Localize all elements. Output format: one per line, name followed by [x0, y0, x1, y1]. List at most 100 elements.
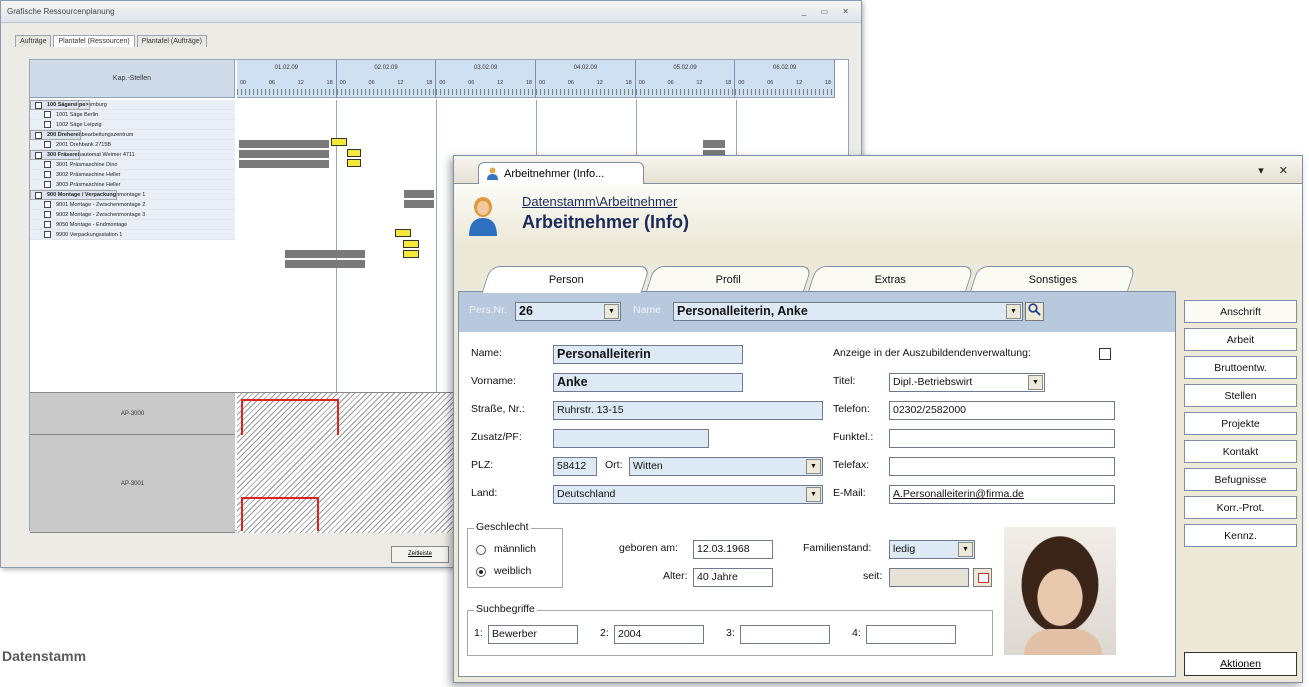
- expand-icon[interactable]: [35, 101, 42, 109]
- gantt-bar[interactable]: [347, 149, 361, 157]
- pers-nr-select[interactable]: 26 ▼: [515, 302, 621, 321]
- row-checkbox[interactable]: [44, 111, 51, 118]
- suchbegriff-2-field[interactable]: 2004: [614, 625, 704, 644]
- ort-select[interactable]: Witten ▼: [629, 457, 823, 476]
- plz-field[interactable]: 58412: [553, 457, 597, 476]
- tab-extras[interactable]: Extras: [807, 266, 975, 292]
- tab-profil[interactable]: Profil: [645, 266, 813, 292]
- row-checkbox[interactable]: [44, 121, 51, 128]
- suchbegriff-4-field[interactable]: [866, 625, 956, 644]
- seit-field[interactable]: [889, 568, 969, 587]
- breadcrumb[interactable]: Datenstamm\Arbeitnehmer: [522, 194, 677, 209]
- side-button-kontakt[interactable]: Kontakt: [1184, 440, 1297, 463]
- resource-group-row[interactable]: 200 Dreherei: [30, 130, 82, 140]
- resource-row[interactable]: 3002 Präsmaschine Heller: [30, 170, 235, 180]
- chevron-down-icon[interactable]: ▼: [1028, 375, 1043, 390]
- land-select[interactable]: Deutschland ▼: [553, 485, 823, 504]
- tab-sonstiges[interactable]: Sonstiges: [969, 266, 1137, 292]
- hour-label: 06: [767, 80, 774, 86]
- side-button-korr-prot[interactable]: Korr.-Prot.: [1184, 496, 1297, 519]
- side-button-projekte[interactable]: Projekte: [1184, 412, 1297, 435]
- gantt-bar[interactable]: [404, 190, 434, 198]
- gantt-bar[interactable]: [331, 138, 347, 146]
- row-checkbox[interactable]: [44, 211, 51, 218]
- expand-icon[interactable]: [35, 191, 42, 199]
- resource-row[interactable]: 1002 Säge Leipzig: [30, 120, 235, 130]
- gantt-bar[interactable]: [395, 229, 411, 237]
- window-controls[interactable]: _ ▭ ✕: [802, 7, 855, 16]
- resource-row[interactable]: 1001 Säge Berlin: [30, 110, 235, 120]
- expand-icon[interactable]: [35, 131, 42, 139]
- row-checkbox[interactable]: [44, 141, 51, 148]
- side-button-stellen[interactable]: Stellen: [1184, 384, 1297, 407]
- resource-row[interactable]: 9050 Montage - Endmontage: [30, 220, 235, 230]
- gantt-bar[interactable]: [703, 140, 725, 148]
- resource-group-row[interactable]: 100 Sägerei: [30, 100, 79, 110]
- name-select[interactable]: Personalleiterin, Anke ▼: [673, 302, 1023, 321]
- radio-weiblich[interactable]: [476, 567, 486, 577]
- resource-row[interactable]: 9002 Montage - Zwischenmontage 3: [30, 210, 235, 220]
- row-checkbox[interactable]: [44, 201, 51, 208]
- document-tab-arbeitnehmer[interactable]: Arbeitnehmer (Info...: [478, 162, 644, 184]
- chevron-down-icon[interactable]: ▼: [806, 487, 821, 502]
- side-button-bruttoentw[interactable]: Bruttoentw.: [1184, 356, 1297, 379]
- name-field[interactable]: Personalleiterin: [553, 345, 743, 364]
- resource-row[interactable]: 2001 Drehbank 2715B: [30, 140, 235, 150]
- radio-maennlich[interactable]: [476, 545, 486, 555]
- gantt-bar[interactable]: [285, 250, 365, 258]
- geboren-field[interactable]: 12.03.1968: [693, 540, 773, 559]
- aktionen-button[interactable]: Aktionen: [1184, 652, 1297, 676]
- chevron-down-icon[interactable]: ▼: [958, 542, 973, 557]
- resource-row[interactable]: 9900 Verpackungsstation 1: [30, 230, 235, 240]
- row-checkbox[interactable]: [44, 221, 51, 228]
- zusatz-field[interactable]: [553, 429, 709, 448]
- chevron-down-icon[interactable]: ▼: [604, 304, 619, 319]
- row-checkbox[interactable]: [44, 161, 51, 168]
- tab-plantafel-ressourcen[interactable]: Plantafel (Ressourcen): [53, 35, 135, 47]
- side-button-kennz[interactable]: Kennz.: [1184, 524, 1297, 547]
- resource-row[interactable]: 3001 Präsmaschine Dino: [30, 160, 235, 170]
- gantt-bar[interactable]: [239, 140, 329, 148]
- gantt-bar[interactable]: [403, 250, 419, 258]
- resource-row[interactable]: 3003 Präsmaschine Heller: [30, 180, 235, 190]
- window-controls[interactable]: ▾ ✕: [1258, 164, 1294, 177]
- resource-group-row[interactable]: 900 Montage / Verpackung: [30, 190, 118, 200]
- weiblich-label[interactable]: weiblich: [494, 565, 531, 577]
- expand-icon[interactable]: [35, 151, 42, 159]
- row-checkbox[interactable]: [44, 231, 51, 238]
- azubi-checkbox[interactable]: [1099, 348, 1111, 360]
- gantt-bar[interactable]: [239, 160, 329, 168]
- suchbegriff-4-label: 4:: [852, 627, 861, 639]
- suchbegriff-3-field[interactable]: [740, 625, 830, 644]
- gantt-bar[interactable]: [239, 150, 329, 158]
- resource-group-row[interactable]: 300 Fräserei: [30, 150, 81, 160]
- telefax-field[interactable]: [889, 457, 1115, 476]
- calendar-icon[interactable]: [973, 568, 992, 587]
- tab-auftraege[interactable]: Aufträge: [15, 35, 52, 47]
- chevron-down-icon[interactable]: ▼: [1006, 304, 1021, 319]
- titel-select[interactable]: Dipl.-Betriebswirt ▼: [889, 373, 1045, 392]
- email-field[interactable]: A.Personalleiterin@firma.de: [889, 485, 1115, 504]
- resource-row[interactable]: 9001 Montage - Zwischenmontage 2: [30, 200, 235, 210]
- maennlich-label[interactable]: männlich: [494, 543, 536, 555]
- strasse-field[interactable]: Ruhrstr. 13-15: [553, 401, 823, 420]
- familienstand-select[interactable]: ledig ▼: [889, 540, 975, 559]
- gantt-bar[interactable]: [404, 200, 434, 208]
- side-button-arbeit[interactable]: Arbeit: [1184, 328, 1297, 351]
- suchbegriff-1-field[interactable]: Bewerber: [488, 625, 578, 644]
- gantt-bar[interactable]: [403, 240, 419, 248]
- chevron-down-icon[interactable]: ▼: [806, 459, 821, 474]
- telefon-field[interactable]: 02302/2582000: [889, 401, 1115, 420]
- tab-plantafel-auftraege[interactable]: Plantafel (Aufträge): [136, 35, 207, 47]
- search-button[interactable]: [1025, 302, 1044, 321]
- row-checkbox[interactable]: [44, 181, 51, 188]
- gantt-bar[interactable]: [285, 260, 365, 268]
- row-checkbox[interactable]: [44, 171, 51, 178]
- side-button-befugnisse[interactable]: Befugnisse: [1184, 468, 1297, 491]
- gantt-bar[interactable]: [347, 159, 361, 167]
- tab-person[interactable]: Person: [481, 266, 651, 293]
- side-button-anschrift[interactable]: Anschrift: [1184, 300, 1297, 323]
- vorname-field[interactable]: Anke: [553, 373, 743, 392]
- funktel-field[interactable]: [889, 429, 1115, 448]
- zeitleiste-button[interactable]: Zeitleiste: [391, 546, 449, 563]
